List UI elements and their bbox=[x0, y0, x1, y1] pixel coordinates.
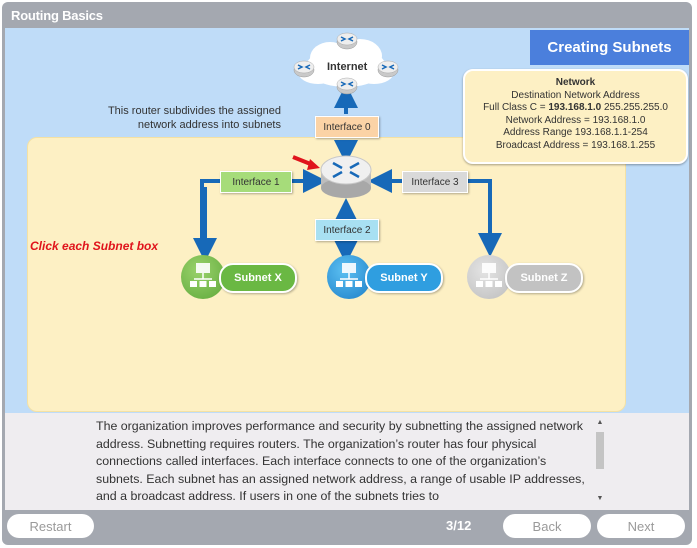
router-note: This router subdivides the assigned netw… bbox=[107, 105, 281, 131]
instruction-text: Click each Subnet box bbox=[30, 239, 159, 253]
interface-0-box: Interface 0 bbox=[315, 116, 379, 138]
subnet-z-label: Subnet Z bbox=[505, 263, 583, 293]
subnet-z-button[interactable]: Subnet Z bbox=[467, 255, 583, 303]
cloud-router-icon bbox=[336, 77, 358, 95]
interface-3-label: Interface 3 bbox=[411, 176, 459, 188]
interface-3-box: Interface 3 bbox=[402, 171, 468, 193]
cloud-router-icon bbox=[336, 32, 358, 50]
router-icon bbox=[320, 155, 372, 198]
page-indicator: 3/12 bbox=[446, 518, 472, 533]
interface-2-box: Interface 2 bbox=[315, 219, 379, 241]
subnet-y-button[interactable]: Subnet Y bbox=[327, 255, 443, 303]
restart-button[interactable]: Restart bbox=[7, 514, 94, 538]
back-button[interactable]: Back bbox=[503, 514, 591, 538]
narration-text: The organization improves performance an… bbox=[96, 419, 585, 504]
scroll-up-icon[interactable]: ▲ bbox=[596, 419, 604, 427]
interface-1-label: Interface 1 bbox=[232, 176, 280, 188]
interface-2-label: Interface 2 bbox=[323, 224, 371, 236]
subnet-x-label: Subnet X bbox=[219, 263, 297, 293]
subnet-x-button[interactable]: Subnet X bbox=[181, 255, 297, 303]
cloud-router-icon bbox=[377, 60, 399, 78]
scroll-down-icon[interactable]: ▼ bbox=[596, 495, 604, 503]
interface-0-label: Interface 0 bbox=[323, 121, 371, 133]
subnet-y-label: Subnet Y bbox=[365, 263, 443, 293]
scrollbar-thumb[interactable] bbox=[596, 432, 604, 469]
arrow-iface3-subnetz bbox=[465, 179, 502, 257]
internet-label: Internet bbox=[327, 61, 368, 73]
cloud-router-icon bbox=[293, 60, 315, 78]
pointer-arrowhead bbox=[307, 159, 320, 170]
next-button[interactable]: Next bbox=[597, 514, 685, 538]
interface-1-box: Interface 1 bbox=[220, 171, 292, 193]
narration-text-area[interactable]: The organization improves performance an… bbox=[5, 413, 689, 510]
scrollbar[interactable]: ▲ ▼ bbox=[594, 417, 606, 505]
